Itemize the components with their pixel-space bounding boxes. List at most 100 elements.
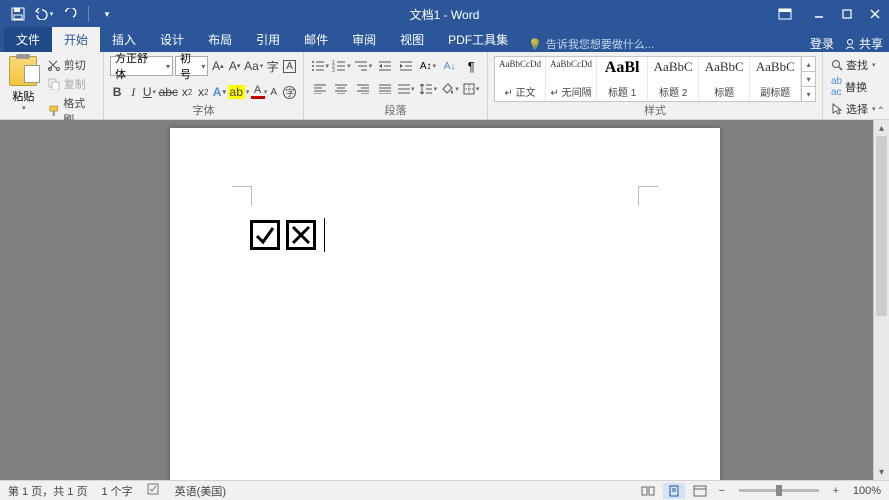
tab-insert[interactable]: 插入	[100, 27, 148, 52]
read-mode-button[interactable]	[637, 483, 659, 499]
increase-indent-button[interactable]	[397, 56, 417, 76]
paste-button[interactable]: 粘贴 ▾	[6, 54, 41, 128]
superscript-button[interactable]: x2	[196, 82, 210, 102]
subscript-button[interactable]: x2	[180, 82, 194, 102]
change-case-button[interactable]: Aa▾	[244, 56, 263, 76]
line-spacing-button[interactable]: ▾	[418, 79, 438, 99]
zoom-in-button[interactable]: +	[829, 485, 843, 497]
minimize-button[interactable]	[805, 2, 833, 26]
share-button[interactable]: 共享	[844, 35, 883, 52]
underline-button[interactable]: U▾	[142, 82, 156, 102]
highlight-button[interactable]: ab▾	[228, 82, 248, 102]
phonetic-guide-button[interactable]: 字	[265, 56, 280, 76]
align-left-button[interactable]	[310, 79, 330, 99]
replace-button[interactable]: abac替换	[829, 75, 883, 99]
bullets-button[interactable]: ▾	[310, 56, 330, 76]
numbering-icon: 123	[332, 60, 346, 72]
numbering-button[interactable]: 123▾	[332, 56, 352, 76]
asian-layout-button[interactable]: A↕▾	[418, 56, 438, 76]
justify-button[interactable]	[375, 79, 395, 99]
multilevel-icon	[354, 60, 368, 72]
save-button[interactable]	[6, 2, 30, 26]
grow-font-button[interactable]: A▴	[210, 56, 225, 76]
find-button[interactable]: 查找▾	[829, 56, 883, 74]
font-color-button[interactable]: A▾	[250, 82, 264, 102]
styles-gallery[interactable]: AaBbCcDd↵ 正文 AaBbCcDd↵ 无间隔 AaBl标题 1 AaBb…	[494, 56, 816, 102]
font-size-select[interactable]: 初号▾	[175, 56, 208, 76]
replace-icon: abac	[831, 76, 842, 98]
copy-button[interactable]: 复制	[45, 75, 97, 93]
gallery-up-button[interactable]: ▴	[802, 57, 815, 72]
shading-button[interactable]: ▾	[440, 79, 460, 99]
tab-design[interactable]: 设计	[148, 27, 196, 52]
language-button[interactable]: 英语(美国)	[175, 483, 226, 499]
align-right-button[interactable]	[353, 79, 373, 99]
document-content[interactable]	[250, 218, 325, 252]
page[interactable]	[170, 128, 720, 480]
zoom-slider[interactable]	[739, 489, 819, 492]
tab-layout[interactable]: 布局	[196, 27, 244, 52]
gallery-down-button[interactable]: ▾	[802, 72, 815, 87]
borders-button[interactable]: ▾	[461, 79, 481, 99]
italic-button[interactable]: I	[126, 82, 140, 102]
char-border-button[interactable]: A	[282, 56, 297, 76]
margin-mark-tl	[232, 186, 252, 206]
text-effects-button[interactable]: A▾	[212, 82, 226, 102]
tab-file[interactable]: 文件	[4, 27, 52, 52]
share-icon	[844, 38, 856, 50]
strikethrough-button[interactable]: abc	[159, 82, 178, 102]
proofing-button[interactable]	[147, 483, 161, 499]
zoom-level[interactable]: 100%	[853, 485, 881, 497]
text-cursor	[324, 218, 325, 252]
scroll-up-button[interactable]: ▴	[874, 120, 889, 136]
bold-button[interactable]: B	[110, 82, 124, 102]
cut-button[interactable]: 剪切	[45, 56, 97, 74]
scroll-thumb[interactable]	[876, 136, 887, 316]
signin-link[interactable]: 登录	[810, 35, 834, 52]
tab-mailings[interactable]: 邮件	[292, 27, 340, 52]
distribute-button[interactable]: ▾	[397, 79, 417, 99]
select-button[interactable]: 选择▾	[829, 100, 883, 118]
web-layout-button[interactable]	[689, 483, 711, 499]
shrink-font-button[interactable]: A▾	[227, 56, 242, 76]
style-nospacing[interactable]: AaBbCcDd↵ 无间隔	[546, 57, 597, 101]
enclose-char-button[interactable]: 字	[283, 82, 297, 102]
collapse-ribbon-button[interactable]: ⌃	[877, 106, 885, 117]
page-count[interactable]: 第 1 页，共 1 页	[8, 483, 87, 499]
redo-button[interactable]	[58, 2, 82, 26]
font-name-select[interactable]: 方正舒体▾	[110, 56, 173, 76]
style-title[interactable]: AaBbC标题	[699, 57, 750, 101]
zoom-thumb[interactable]	[776, 485, 782, 496]
zoom-out-button[interactable]: −	[715, 485, 729, 497]
style-subtitle[interactable]: AaBbC副标题	[750, 57, 801, 101]
tell-me-search[interactable]: 💡 告诉我您想要做什么...	[528, 36, 654, 52]
word-count[interactable]: 1 个字	[101, 483, 132, 499]
style-heading2[interactable]: AaBbC标题 2	[648, 57, 699, 101]
brush-icon	[47, 105, 60, 117]
char-shading-button[interactable]: A	[267, 82, 281, 102]
tab-view[interactable]: 视图	[388, 27, 436, 52]
style-normal[interactable]: AaBbCcDd↵ 正文	[495, 57, 546, 101]
decrease-indent-button[interactable]	[375, 56, 395, 76]
style-heading1[interactable]: AaBl标题 1	[597, 57, 648, 101]
show-marks-button[interactable]: ¶	[461, 56, 481, 76]
print-layout-button[interactable]	[663, 483, 685, 499]
scroll-down-button[interactable]: ▾	[874, 464, 889, 480]
maximize-button[interactable]	[833, 2, 861, 26]
multilevel-list-button[interactable]: ▾	[353, 56, 373, 76]
ribbon-display-options-button[interactable]	[771, 2, 799, 26]
vertical-scrollbar[interactable]: ▴ ▾	[873, 120, 889, 480]
checkbox-x-symbol	[286, 220, 316, 250]
close-button[interactable]	[861, 2, 889, 26]
tab-references[interactable]: 引用	[244, 27, 292, 52]
tab-home[interactable]: 开始	[52, 27, 100, 52]
sort-button[interactable]: A↓	[440, 56, 460, 76]
styles-group-label: 样式	[494, 102, 816, 119]
align-center-button[interactable]	[332, 79, 352, 99]
gallery-more-button[interactable]: ▾	[802, 87, 815, 101]
qat-customize-button[interactable]: ▾	[95, 2, 119, 26]
tab-pdf[interactable]: PDF工具集	[436, 27, 520, 52]
document-area: ▴ ▾	[0, 120, 889, 480]
undo-button[interactable]: ▾	[32, 2, 56, 26]
tab-review[interactable]: 审阅	[340, 27, 388, 52]
